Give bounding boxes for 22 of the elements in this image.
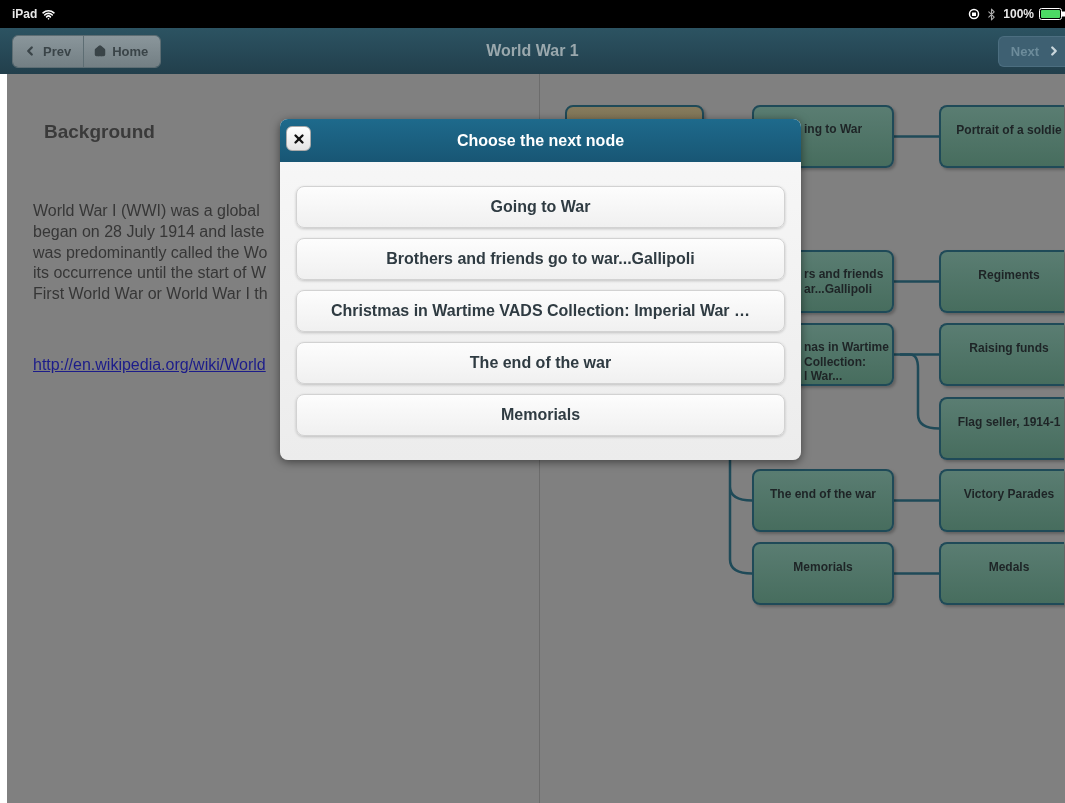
tree-node[interactable]: Regiments xyxy=(939,250,1064,313)
tree-node[interactable]: Victory Parades xyxy=(939,469,1064,532)
tree-node[interactable]: Raising funds xyxy=(939,323,1064,386)
page-title: World War 1 xyxy=(486,42,579,59)
tree-node[interactable]: Medals xyxy=(939,542,1064,605)
paragraph: World War I (WWI) was a global began on 28 July 1914 and laste was predominantly called the Wo its occurrence until the start of W First World War or World War I th xyxy=(33,201,268,305)
option-button[interactable]: The end of the war xyxy=(296,342,785,384)
device-name: iPad xyxy=(12,7,38,21)
tree-node[interactable]: Memorials xyxy=(752,542,894,605)
dialog-title: Choose the next node xyxy=(456,131,625,150)
section-heading: Background xyxy=(44,121,155,143)
option-button[interactable]: Going to War xyxy=(296,186,785,228)
tree-node[interactable]: The end of the war xyxy=(752,469,894,532)
tree-node[interactable]: Portrait of a soldie xyxy=(939,105,1064,168)
option-button[interactable]: Christmas in Wartime VADS Collection: Imperial War … xyxy=(296,290,785,332)
home-button[interactable]: Home xyxy=(83,35,161,67)
tree-node[interactable]: Flag seller, 1914-1 xyxy=(939,397,1064,460)
link[interactable]: http://en.wikipedia.org/wiki/World xyxy=(33,356,266,374)
battery-percent: 100% xyxy=(1003,7,1034,21)
option-button[interactable]: Memorials xyxy=(296,394,785,436)
option-button[interactable]: Brothers and friends go to war...Gallipoli xyxy=(296,238,785,280)
prev-button[interactable]: Prev xyxy=(13,35,84,67)
